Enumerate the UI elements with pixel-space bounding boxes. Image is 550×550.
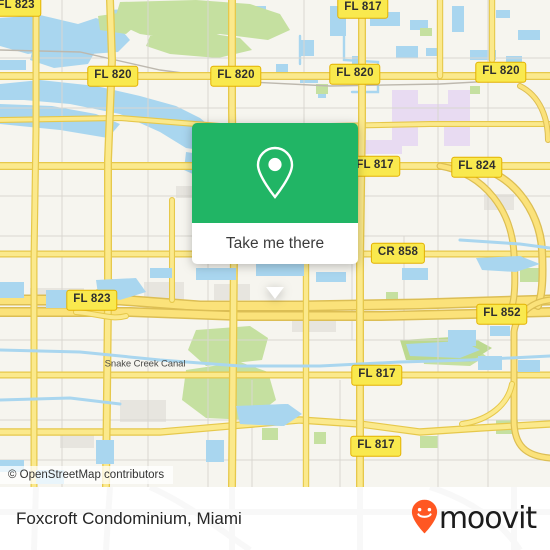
popup-tail: [266, 287, 284, 299]
road-shield: FL 823: [0, 0, 42, 17]
road-shield: FL 820: [329, 63, 381, 85]
popup-image-area: [192, 123, 358, 223]
moovit-logo[interactable]: moovit: [411, 499, 537, 539]
location-popup[interactable]: Take me there: [192, 123, 358, 299]
map-canvas[interactable]: .w{fill:#a9d6ef} .pk{fill:#c5e0a0} .bl{f…: [0, 0, 550, 487]
popup-cta[interactable]: Take me there: [192, 223, 358, 264]
canal-label: Snake Creek Canal: [104, 358, 186, 370]
road-shield: CR 858: [370, 242, 426, 264]
map-pin-icon: [252, 144, 298, 202]
moovit-pin-smile-icon: [411, 499, 438, 539]
road-shield: FL 823: [66, 289, 118, 311]
footer-bar: Foxcroft Condominium, Miami moovit: [0, 487, 550, 550]
place-title: Foxcroft Condominium, Miami: [16, 508, 242, 528]
road-shield: FL 820: [475, 61, 527, 83]
road-shield: FL 820: [87, 65, 139, 87]
popup-cta-label: Take me there: [225, 234, 325, 252]
road-shield: FL 824: [451, 156, 503, 178]
road-shield: FL 817: [350, 435, 402, 457]
map-attribution[interactable]: © OpenStreetMap contributors: [0, 466, 174, 484]
road-shield: FL 852: [476, 303, 528, 325]
road-shield: FL 820: [210, 65, 262, 87]
road-shield: FL 817: [337, 0, 389, 19]
moovit-wordmark: moovit: [438, 500, 537, 536]
map-page: .w{fill:#a9d6ef} .pk{fill:#c5e0a0} .bl{f…: [0, 0, 550, 550]
road-shield: FL 817: [351, 364, 403, 386]
